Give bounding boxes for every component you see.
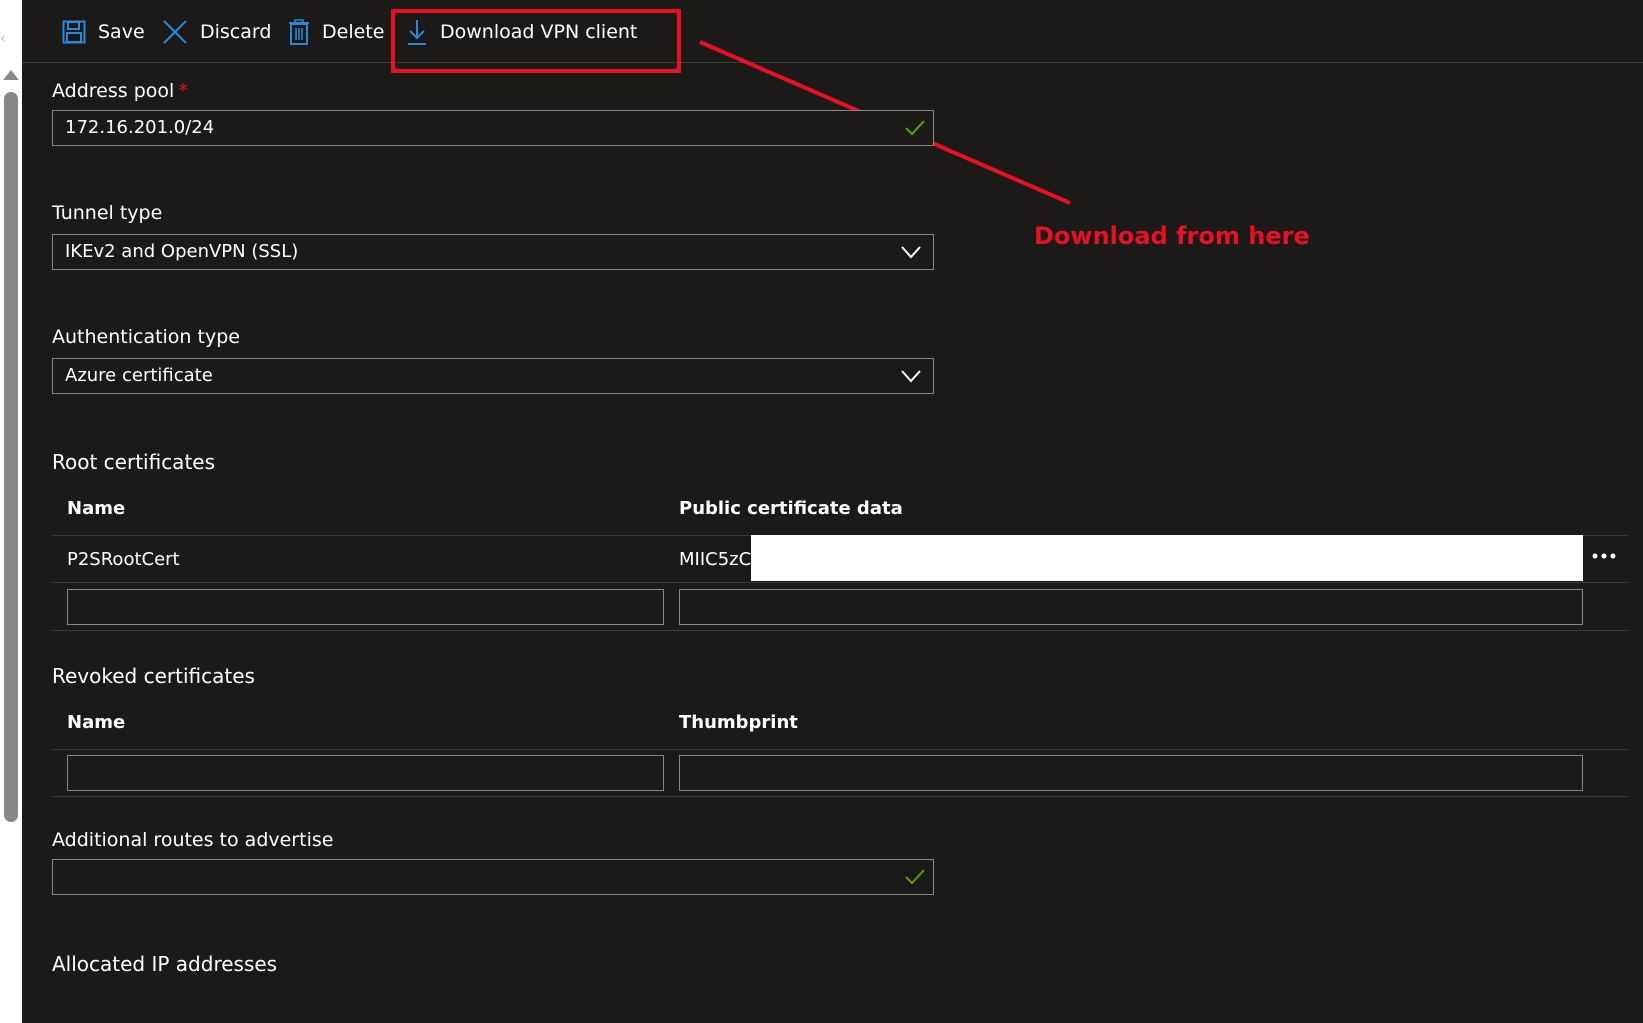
authentication-type-label: Authentication type — [52, 326, 240, 348]
address-pool-value: 172.16.201.0/24 — [65, 117, 215, 138]
row-divider — [52, 749, 1628, 750]
checkmark-icon — [905, 120, 925, 136]
root-certificates-heading: Root certificates — [52, 450, 216, 474]
redaction-block — [751, 535, 1583, 581]
tunnel-type-label: Tunnel type — [52, 202, 163, 224]
address-pool-label: Address pool * — [52, 80, 188, 102]
authentication-type-value: Azure certificate — [65, 365, 213, 386]
root-cert-name-cell: P2SRootCert — [67, 549, 180, 570]
root-cert-name-header: Name — [67, 498, 126, 519]
tunnel-type-value: IKEv2 and OpenVPN (SSL) — [65, 241, 299, 262]
new-revoked-cert-thumbprint-input[interactable] — [679, 755, 1583, 791]
chevron-down-icon — [901, 370, 921, 383]
authentication-type-dropdown[interactable]: Azure certificate — [52, 358, 934, 394]
tunnel-type-dropdown[interactable]: IKEv2 and OpenVPN (SSL) — [52, 234, 934, 270]
chevron-down-icon — [901, 246, 921, 259]
annotation-text: Download from here — [1034, 222, 1310, 250]
row-divider — [52, 582, 1628, 583]
required-asterisk: * — [178, 80, 188, 102]
more-options-icon[interactable] — [1590, 546, 1620, 566]
new-root-cert-name-input[interactable] — [67, 589, 664, 625]
allocated-ip-addresses-heading: Allocated IP addresses — [52, 952, 278, 976]
row-divider — [52, 630, 1628, 631]
root-cert-data-cell: MIIC5zC — [679, 549, 752, 570]
revoked-cert-name-header: Name — [67, 712, 126, 733]
additional-routes-label: Additional routes to advertise — [52, 829, 334, 851]
new-revoked-cert-name-input[interactable] — [67, 755, 664, 791]
address-pool-input[interactable]: 172.16.201.0/24 — [52, 110, 934, 146]
checkmark-icon — [905, 869, 925, 885]
additional-routes-input[interactable] — [52, 859, 934, 895]
row-divider — [52, 796, 1628, 797]
revoked-certificates-heading: Revoked certificates — [52, 664, 255, 688]
new-root-cert-data-input[interactable] — [679, 589, 1583, 625]
revoked-cert-thumbprint-header: Thumbprint — [679, 712, 798, 733]
root-cert-data-header: Public certificate data — [679, 498, 903, 519]
